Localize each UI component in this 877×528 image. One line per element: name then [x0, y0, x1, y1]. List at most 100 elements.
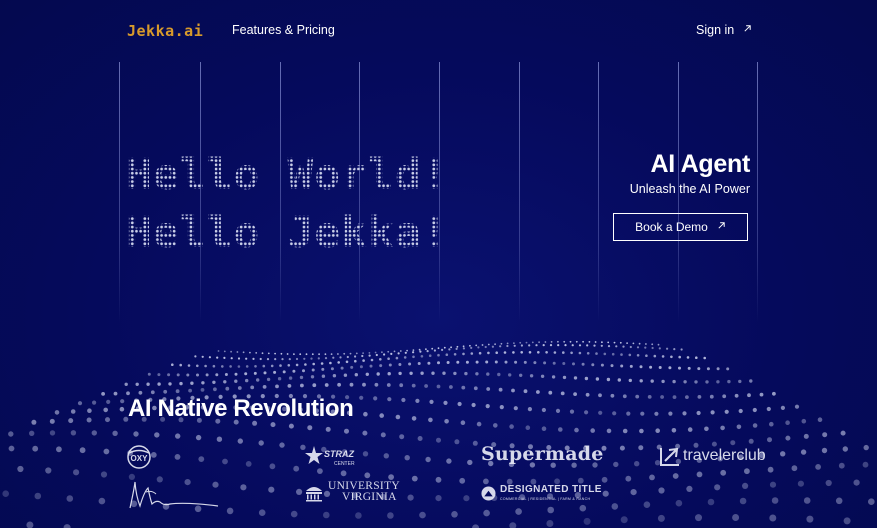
wave-particle	[105, 417, 110, 423]
wave-particle	[408, 362, 412, 366]
wave-particle	[415, 398, 420, 403]
wave-particle	[213, 387, 217, 392]
university-virginia-logo: UNIVERSITY VIRGINIA	[304, 480, 400, 503]
wave-particle	[535, 344, 538, 347]
wave-particle	[603, 352, 607, 356]
wave-particle	[56, 446, 62, 453]
wave-particle	[716, 380, 720, 384]
wave-particle	[680, 348, 683, 351]
wave-particle	[73, 469, 80, 476]
wave-particle	[483, 478, 489, 485]
wave-particle	[339, 356, 342, 359]
wave-particle	[87, 408, 92, 413]
wave-particle	[573, 392, 577, 396]
wave-particle	[647, 395, 652, 399]
wave-particle	[734, 393, 739, 398]
wave-particle	[171, 363, 174, 366]
wave-particle	[223, 380, 227, 384]
wave-particle	[398, 371, 402, 376]
wave-particle	[695, 356, 698, 359]
wave-particle	[288, 376, 293, 380]
wave-particle	[223, 356, 226, 359]
wave-particle	[244, 372, 248, 376]
wave-particle	[446, 458, 452, 464]
straz-sub-text: CENTER	[334, 461, 355, 467]
wave-particle	[528, 344, 531, 347]
oxy-text: OXY	[131, 454, 149, 463]
wave-particle	[374, 382, 379, 387]
wave-particle	[262, 364, 266, 368]
wave-particle	[536, 390, 540, 394]
wave-particle	[709, 394, 714, 399]
wave-particle	[455, 347, 458, 350]
wave-particle	[404, 351, 407, 354]
wave-particle	[579, 504, 587, 512]
wave-particle	[540, 374, 545, 378]
wave-particle	[237, 438, 243, 444]
wave-particle	[205, 373, 209, 377]
nav-features-pricing[interactable]: Features & Pricing	[232, 23, 335, 37]
wave-particle	[817, 417, 823, 422]
wave-particle	[772, 391, 776, 396]
wave-particle	[732, 514, 740, 521]
book-demo-button[interactable]: Book a Demo	[613, 213, 748, 241]
wave-particle	[196, 373, 199, 377]
wave-particle	[295, 357, 299, 361]
wave-particle	[494, 343, 496, 346]
wave-particle	[632, 342, 635, 345]
wave-particle	[639, 428, 644, 434]
wave-particle	[295, 363, 299, 367]
wave-particle	[638, 445, 644, 451]
sign-in-link[interactable]: Sign in	[696, 23, 752, 37]
wave-particle	[815, 464, 821, 470]
wave-particle	[638, 342, 641, 345]
grid-line	[119, 62, 120, 322]
wave-particle	[388, 363, 392, 367]
wave-particle	[573, 376, 578, 380]
wave-particle	[324, 357, 328, 360]
brand-logo[interactable]: Jekka.ai	[127, 22, 203, 40]
wave-particle	[569, 409, 575, 414]
wave-particle	[399, 434, 405, 440]
wave-particle	[323, 511, 330, 519]
wave-particle	[417, 362, 421, 365]
wave-particle	[154, 432, 160, 438]
wave-particle	[201, 355, 204, 358]
book-demo-label: Book a Demo	[635, 220, 708, 234]
wave-particle	[443, 400, 448, 405]
wave-particle	[574, 427, 579, 433]
wave-particle	[288, 423, 294, 429]
wave-particle	[686, 356, 690, 359]
wave-particle	[525, 341, 528, 344]
wave-particle	[456, 345, 459, 348]
wave-particle	[636, 354, 640, 357]
wave-particle	[407, 494, 414, 501]
wave-particle	[346, 355, 349, 359]
wave-particle	[49, 430, 56, 436]
wave-particle	[45, 467, 52, 474]
wave-particle	[584, 410, 589, 415]
wave-particle	[602, 490, 609, 497]
wave-particle	[600, 344, 603, 347]
wave-particle	[424, 384, 428, 388]
wave-particle	[282, 370, 286, 374]
wave-particle	[598, 410, 603, 415]
wave-particle	[520, 344, 524, 347]
wave-particle	[310, 357, 313, 360]
wave-particle	[495, 351, 499, 354]
wave-particle	[553, 351, 557, 354]
wave-particle	[437, 361, 440, 365]
wave-particle	[263, 371, 267, 375]
wave-particle	[552, 361, 556, 365]
wave-particle	[649, 365, 653, 369]
wave-particle	[290, 510, 298, 518]
uva-line-2: VIRGINIA	[342, 491, 397, 503]
wave-particle	[722, 394, 727, 399]
wave-particle	[279, 364, 282, 367]
straz-center-logo: STRAZ CENTER	[304, 444, 360, 475]
page: Jekka.ai Features & Pricing Sign in Hell…	[0, 0, 877, 528]
wave-particle	[706, 367, 710, 371]
wave-particle	[581, 362, 585, 366]
wave-particle	[571, 344, 574, 347]
wave-particle	[562, 351, 565, 354]
